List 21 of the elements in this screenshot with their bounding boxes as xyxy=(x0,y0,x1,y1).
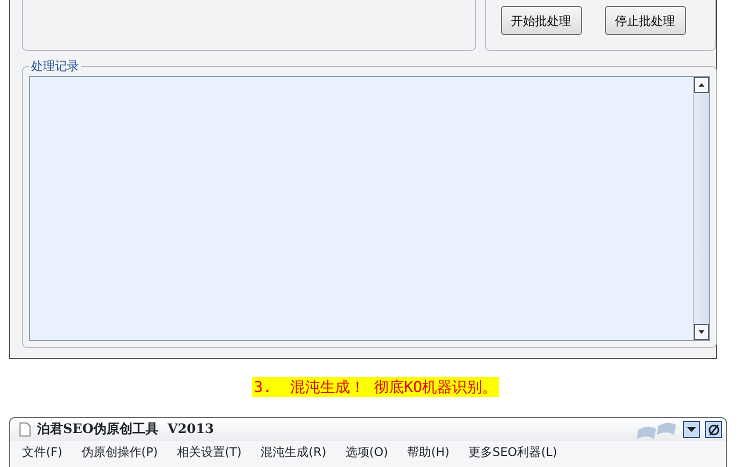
menu-item[interactable]: 帮助(H) xyxy=(407,443,458,461)
menu-item[interactable]: 选项(O) xyxy=(345,443,398,461)
menu-item[interactable]: 更多SEO利器(L) xyxy=(468,443,566,461)
scroll-down-icon[interactable] xyxy=(694,324,709,340)
window-button[interactable] xyxy=(705,421,722,438)
scroll-up-icon[interactable] xyxy=(694,77,709,93)
window-title: 泊君SEO伪原创工具 V2013 xyxy=(37,420,215,439)
menu-item[interactable]: 文件(F) xyxy=(22,443,72,461)
document-icon xyxy=(18,422,32,437)
dropdown-button[interactable] xyxy=(683,421,700,438)
menu-item[interactable]: 相关设置(T) xyxy=(176,443,251,461)
caption: 3. 混沌生成！ 彻底KO机器识别。 xyxy=(252,377,500,397)
slashed-circle-icon xyxy=(708,424,720,436)
group-title: 处理记录 xyxy=(29,58,81,74)
menu-item[interactable]: 混沌生成(R) xyxy=(260,443,336,461)
menu-item[interactable]: 伪原创操作(P) xyxy=(81,443,167,461)
batch-button[interactable]: 开始批处理 xyxy=(500,6,582,35)
batch-button[interactable]: 停止批处理 xyxy=(604,6,686,35)
flag-logo-icon xyxy=(636,420,678,440)
scrollbar[interactable] xyxy=(693,77,709,340)
caret-icon xyxy=(687,426,696,432)
